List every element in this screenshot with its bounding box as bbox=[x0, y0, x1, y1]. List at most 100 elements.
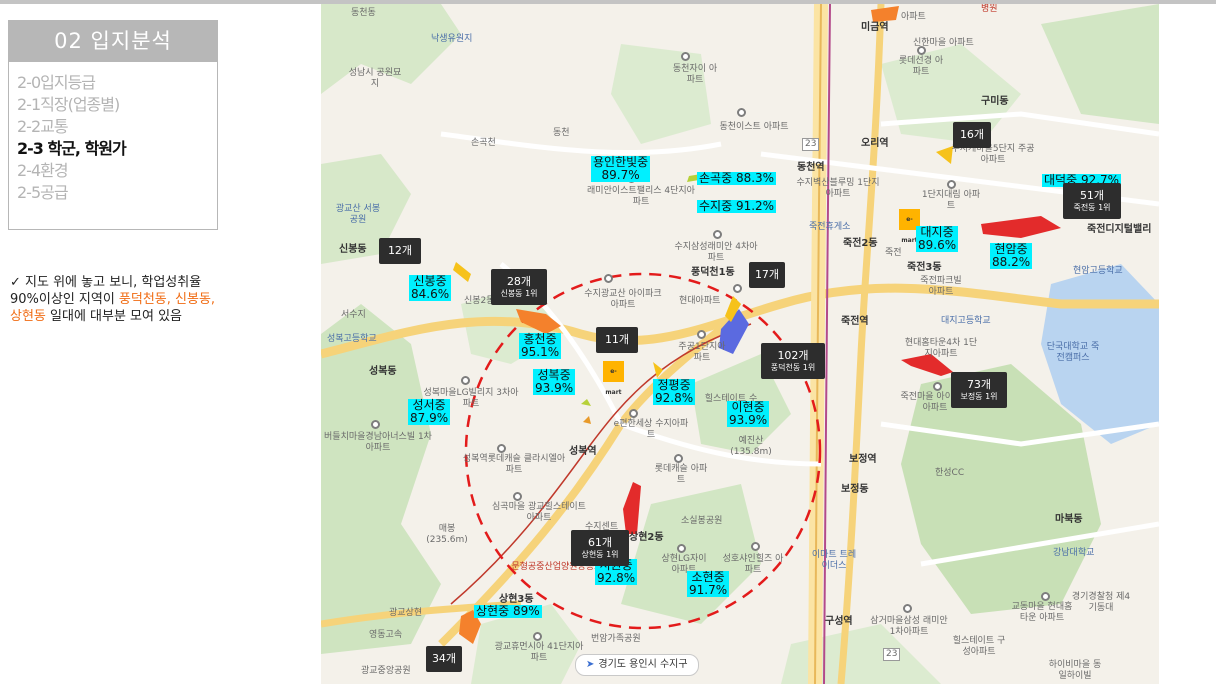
map-label: 현대아파트 bbox=[679, 296, 721, 306]
map-label: 보정역 bbox=[849, 454, 877, 465]
map-base bbox=[321, 4, 1159, 684]
map-label: 광교중앙공원 bbox=[361, 666, 411, 676]
apartment-marker bbox=[933, 382, 942, 391]
academy-count-box: 28개 신봉동 1위 bbox=[491, 269, 547, 305]
school-zone bbox=[453, 262, 471, 282]
apartment-marker bbox=[533, 632, 542, 641]
school-zone bbox=[623, 482, 641, 534]
apartment-marker bbox=[903, 604, 912, 613]
map-label: 번암가족공원 bbox=[591, 634, 641, 644]
map-label: e편한세상 수지아파트 bbox=[613, 419, 689, 440]
school-label: 홍천중 95.1% bbox=[519, 332, 562, 359]
menu-item-environment[interactable]: 2-4환경 bbox=[17, 160, 217, 182]
map-label: 광교휴먼시아 41단지아파트 bbox=[494, 642, 584, 663]
academy-count-box: 102개 풍덕천동 1위 bbox=[761, 343, 825, 379]
school-label: 현암중 88.2% bbox=[990, 242, 1033, 269]
map-label: 동천동 bbox=[351, 8, 376, 18]
apartment-marker bbox=[629, 409, 638, 418]
school-label: 이현중 93.9% bbox=[727, 400, 770, 427]
academy-count-box: 34개 bbox=[426, 646, 462, 672]
menu-item-transport[interactable]: 2-2교통 bbox=[17, 116, 217, 138]
map-label: 성복역 bbox=[569, 446, 597, 457]
map-label: 보정동 bbox=[841, 484, 869, 495]
school-label: 손곡중 88.3% bbox=[697, 171, 777, 185]
map-label: 동천 bbox=[553, 128, 570, 138]
map-label: 수지광교산 아이파크아파트 bbox=[584, 289, 662, 310]
map-label: 광교산 서봉공원 bbox=[335, 204, 381, 225]
school-zone bbox=[581, 399, 591, 406]
check-icon: ✓ bbox=[10, 275, 21, 290]
apartment-marker bbox=[513, 492, 522, 501]
road-number: 23 bbox=[883, 648, 901, 661]
map-label: 마북동 bbox=[1055, 514, 1083, 525]
map-label: 죽전파크빌 아파트 bbox=[920, 276, 962, 297]
school-label: 성서중 87.9% bbox=[408, 398, 451, 425]
map-label: 죽전역 bbox=[841, 316, 869, 327]
academy-count-box: 17개 bbox=[749, 262, 785, 288]
map-label: 소실봉공원 bbox=[681, 516, 723, 526]
menu-item-location-grade[interactable]: 2-0입지등급 bbox=[17, 72, 217, 94]
map-label: 1단지대림 아파트 bbox=[921, 190, 981, 211]
apartment-marker bbox=[1041, 592, 1050, 601]
map-label: 하이비마을 동일하이빌 bbox=[1048, 660, 1102, 681]
map-label: 롯데캐슬 아파트 bbox=[654, 464, 708, 485]
school-label: 용인한빛중 89.7% bbox=[591, 155, 651, 182]
map-label: 성호샤인힐즈 아파트 bbox=[722, 554, 784, 575]
school-label: 수지중 91.2% bbox=[697, 199, 777, 213]
apartment-marker bbox=[733, 284, 742, 293]
academy-count-box: 16개 bbox=[953, 122, 991, 148]
map-label: 동천역 bbox=[797, 162, 825, 173]
menu-item-school-academy[interactable]: 2-3 학군, 학원가 bbox=[17, 138, 217, 160]
school-label: 대지중 89.6% bbox=[916, 225, 959, 252]
map-label: 성남시 공원묘지 bbox=[348, 68, 402, 89]
map-label: 현대홈타운4차 1단지아파트 bbox=[904, 338, 978, 359]
note-text-2: 일대에 대부분 모여 있음 bbox=[45, 309, 183, 324]
road-number: 23 bbox=[802, 138, 820, 151]
map-label: 낙생유원지 bbox=[431, 34, 473, 44]
map-label: 버들치마을경남아너스빌 1차아파트 bbox=[324, 432, 432, 453]
map-label: 서수지 bbox=[341, 310, 366, 320]
map-label: 영동고속 bbox=[369, 630, 403, 640]
map-label: 대지고등학교 bbox=[941, 316, 991, 326]
school-label: 상현중 89% bbox=[474, 604, 542, 618]
apartment-marker bbox=[917, 46, 926, 55]
map-label: 죽전휴게소 bbox=[809, 222, 851, 232]
map-label: 구미동 bbox=[981, 96, 1009, 107]
map-label: 롯데선경 아파트 bbox=[898, 56, 944, 77]
map-label: 동천자이 아파트 bbox=[672, 64, 718, 85]
green-area bbox=[611, 44, 711, 144]
apartment-marker bbox=[677, 544, 686, 553]
map-label: 성복역롯데캐슬 클라시엘아파트 bbox=[462, 454, 566, 475]
apartment-marker bbox=[497, 444, 506, 453]
academy-count-box: 11개 bbox=[596, 327, 638, 353]
map-label: 예진산 (135.8m) bbox=[730, 436, 772, 457]
location-pill[interactable]: ➤ 경기도 용인시 수지구 bbox=[575, 654, 699, 676]
school-label: 성복중 93.9% bbox=[533, 368, 576, 395]
apartment-marker bbox=[737, 108, 746, 117]
school-zone bbox=[583, 416, 591, 424]
map-label: 신봉동 bbox=[339, 244, 367, 255]
map-label: 한성CC bbox=[935, 468, 965, 478]
location-arrow-icon: ➤ bbox=[586, 659, 595, 670]
map-label: 매봉 (235.6m) bbox=[426, 524, 468, 545]
map-label: 죽전2동 bbox=[843, 238, 878, 249]
apartment-marker bbox=[697, 330, 706, 339]
map-label: 단국대학교 죽전캠퍼스 bbox=[1046, 342, 1100, 363]
map-label: 교동마을 현대홈타운 아파트 bbox=[1011, 602, 1073, 623]
school-label: 소현중 91.7% bbox=[687, 570, 730, 597]
analysis-note: ✓ 지도 위에 놓고 보니, 학업성취율 90%이상인 지역이 풍덕천동, 신봉… bbox=[10, 274, 225, 325]
map-label: 이마트 트레이더스 bbox=[811, 550, 857, 571]
map-label: 아파트 bbox=[901, 12, 926, 22]
map-view[interactable]: 동천동 낙생유원지 성남시 공원묘지 손곡천 동천 동천자이 아파트 동천이스트… bbox=[321, 4, 1159, 684]
map-label: 죽전디지털밸리 bbox=[1087, 224, 1152, 235]
map-label: 경기경찰청 제4기동대 bbox=[1071, 592, 1131, 613]
menu-item-supply[interactable]: 2-5공급 bbox=[17, 182, 217, 204]
map-label: 미금역 bbox=[861, 22, 889, 33]
apartment-marker bbox=[604, 274, 613, 283]
school-zone bbox=[871, 6, 899, 22]
section-title: 02 입지분석 bbox=[8, 20, 218, 62]
map-label: 오리역 bbox=[861, 138, 889, 149]
menu-item-jobs[interactable]: 2-1직장(업종별) bbox=[17, 94, 217, 116]
map-label: 주공1단지아파트 bbox=[678, 342, 726, 363]
location-label: 경기도 용인시 수지구 bbox=[598, 659, 688, 670]
